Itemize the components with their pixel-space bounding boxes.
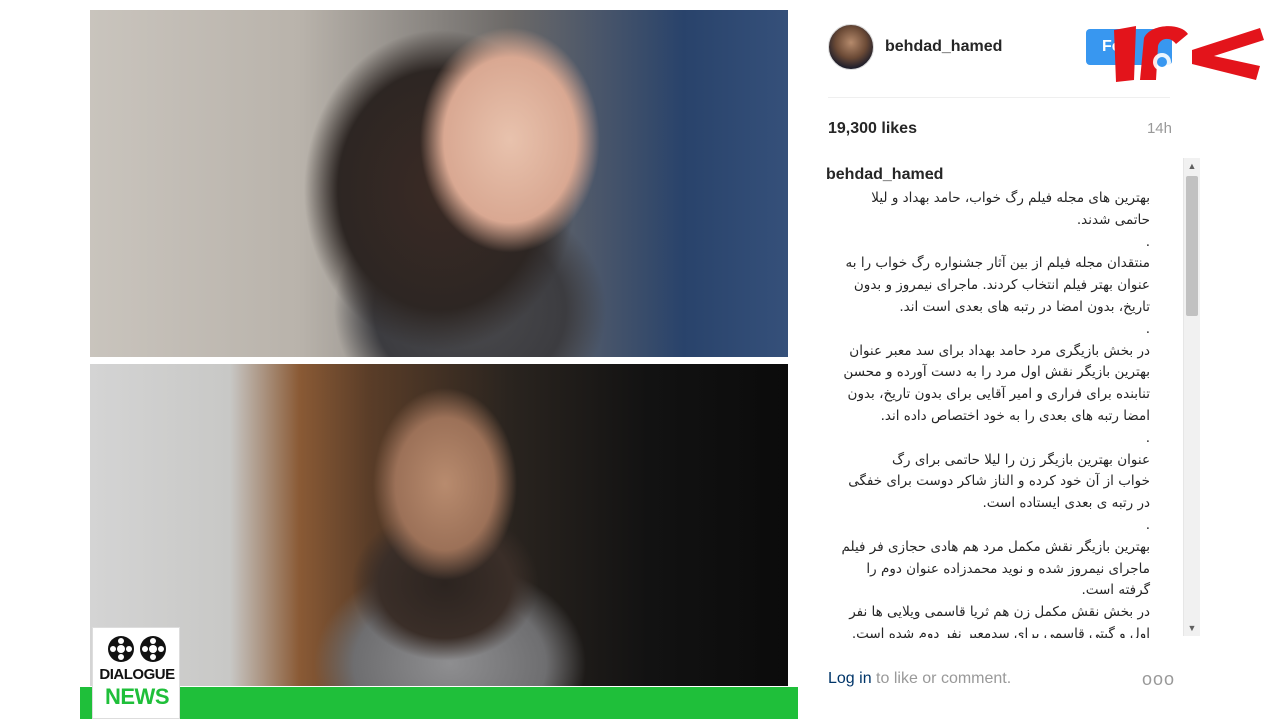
likes-count: 19,300 likes xyxy=(828,120,917,137)
caption-line: خواب از آن خود کرده و الناز شاکر دوست بر… xyxy=(848,473,1150,490)
caption-line: . xyxy=(1145,516,1150,533)
caption-separator: . xyxy=(930,166,935,183)
logo-word-news: NEWS xyxy=(105,684,170,709)
login-prompt-text: to like or comment. xyxy=(871,670,1012,687)
caption-line: در بخش نقش مکمل زن هم ثریا قاسمی ویلایی … xyxy=(849,604,1150,621)
rokna-watermark-icon xyxy=(1114,26,1264,82)
scroll-down-arrow-icon[interactable]: ▼ xyxy=(1184,620,1200,636)
more-options-icon[interactable]: ooo xyxy=(1142,669,1175,690)
caption-line: اول و گیتی قاسمی برای سدمعبر نفر دوم شده… xyxy=(851,625,1150,638)
caption-username[interactable]: behdad_hamed xyxy=(826,166,943,184)
caption-line: تنابنده برای فراری و امیر آقایی برای بدو… xyxy=(847,386,1150,403)
caption-line: بهترین بازیگر نقش مکمل مرد هم هادی حجازی… xyxy=(841,538,1150,555)
caption-line: ماجرای نیمروز شده و نوید محمدزاده عنوان … xyxy=(866,560,1150,577)
post-image-top xyxy=(90,10,788,357)
caption-line: بهترین های مجله فیلم رگ خواب، حامد بهداد… xyxy=(871,190,1150,206)
green-footer-bar xyxy=(80,687,798,719)
caption-scrollbar[interactable]: ▲ ▼ xyxy=(1183,158,1200,636)
film-reels-icon xyxy=(108,636,166,662)
scroll-up-arrow-icon[interactable]: ▲ xyxy=(1184,158,1200,174)
caption-line: حاتمی شدند. xyxy=(1076,211,1150,228)
caption-line: . xyxy=(1145,320,1150,337)
caption-line: . xyxy=(1145,233,1150,250)
caption-line: بهترین بازیگر نقش اول مرد را به دست آورد… xyxy=(843,364,1150,381)
caption-area[interactable]: behdad_hamed . بهترین های مجله فیلم رگ خ… xyxy=(826,158,1198,638)
caption-line: عنوان بهترین بازیگر زن را لیلا حاتمی برا… xyxy=(891,451,1150,468)
caption-line: در بخش بازیگری مرد حامد بهداد برای سد مع… xyxy=(849,342,1150,359)
post-image-bottom xyxy=(90,364,788,686)
login-prompt: Log in to like or comment. xyxy=(828,670,1011,688)
caption-line: منتقدان مجله فیلم از بین آثار جشنواره رگ… xyxy=(845,255,1150,272)
header-separator xyxy=(828,97,1170,98)
caption-line: عنوان بهتر فیلم انتخاب کردند. ماجرای نیم… xyxy=(853,277,1150,294)
caption-line: تاریخ، بدون امضا در رتبه های بعدی است ان… xyxy=(899,298,1150,315)
post-author-username[interactable]: behdad_hamed xyxy=(885,38,1002,56)
login-link[interactable]: Log in xyxy=(828,670,872,687)
caption-line: در رتبه ی بعدی ایستاده است. xyxy=(982,495,1151,512)
caption-text: بهترین های مجله فیلم رگ خواب، حامد بهداد… xyxy=(826,188,1166,638)
avatar[interactable] xyxy=(828,24,874,70)
caption-line: امضا رتبه های بعدی را به خود اختصاص داده… xyxy=(880,407,1150,424)
caption-line: گرفته است. xyxy=(1081,582,1150,599)
dialogue-news-logo: DIALOGUE NEWS xyxy=(92,627,180,719)
caption-line: . xyxy=(1145,429,1150,446)
image-divider xyxy=(90,357,788,364)
logo-word-dialogue: DIALOGUE xyxy=(99,666,175,683)
post-timestamp[interactable]: 14h xyxy=(1120,120,1172,137)
scroll-thumb[interactable] xyxy=(1186,176,1198,316)
